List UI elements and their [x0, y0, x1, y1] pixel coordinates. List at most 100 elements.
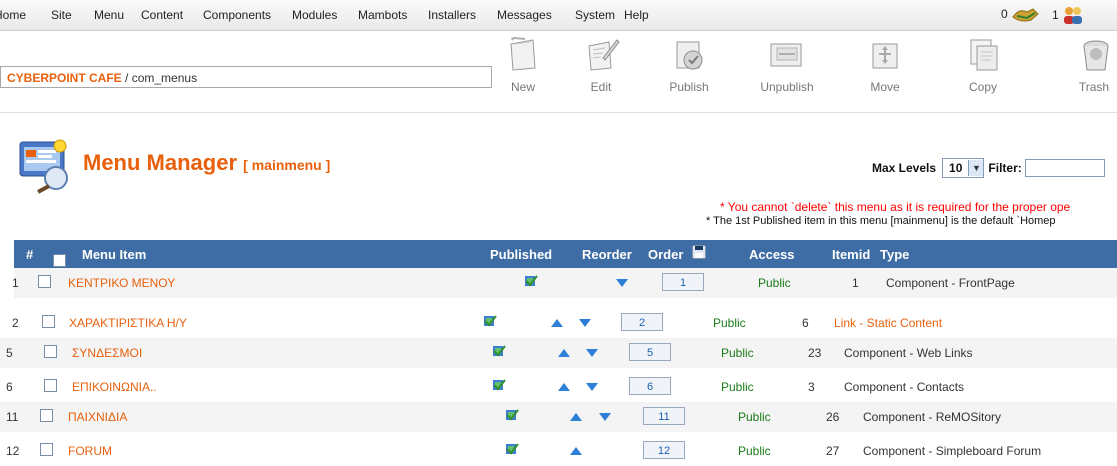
- col-reorder: Reorder: [582, 247, 632, 262]
- menu-item-link[interactable]: ΕΠΙΚΟΙΝΩΝΙΑ..: [72, 380, 157, 394]
- row-checkbox[interactable]: [42, 315, 55, 331]
- access-link[interactable]: Public: [738, 444, 771, 458]
- row-checkbox[interactable]: [38, 275, 51, 291]
- move-up-icon[interactable]: [557, 381, 571, 395]
- menu-installers[interactable]: Installers: [428, 8, 476, 22]
- table-row: 2 ΧΑΡΑΚΤΙΡΙΣΤΙΚΑ Η/Υ 2 Public 6 Link - S…: [0, 308, 1117, 338]
- move-down-icon[interactable]: [585, 381, 599, 395]
- top-menu-bar: Home Site Menu Content Components Module…: [0, 0, 1117, 31]
- row-checkbox[interactable]: [40, 443, 53, 459]
- messages-status[interactable]: 0: [1001, 5, 1041, 23]
- order-input[interactable]: 11: [643, 407, 685, 425]
- move-button[interactable]: Move: [850, 36, 920, 106]
- itemid: 27: [826, 444, 840, 458]
- type-text: Component - Contacts: [844, 380, 965, 394]
- edit-button[interactable]: Edit: [566, 36, 636, 106]
- breadcrumb-separator: /: [121, 71, 132, 85]
- menu-content[interactable]: Content: [141, 8, 183, 22]
- menu-menu[interactable]: Menu: [94, 8, 124, 22]
- move-label: Move: [870, 80, 900, 94]
- access-link[interactable]: Public: [738, 410, 771, 424]
- row-num: 2: [12, 316, 19, 330]
- itemid: 6: [802, 316, 809, 330]
- order-input[interactable]: 6: [629, 377, 671, 395]
- move-down-icon[interactable]: [578, 317, 592, 331]
- menu-item-link[interactable]: ΣΥΝΔΕΣΜΟΙ: [72, 346, 142, 360]
- menu-system[interactable]: System: [575, 8, 615, 22]
- unpublish-icon: [770, 43, 802, 67]
- row-num: 1: [12, 276, 19, 290]
- order-input[interactable]: 2: [621, 313, 663, 331]
- order-input[interactable]: 12: [643, 441, 685, 459]
- access-link[interactable]: Public: [721, 346, 754, 360]
- new-label: New: [510, 80, 535, 94]
- col-order: Order: [648, 247, 684, 262]
- publish-button[interactable]: Publish: [654, 36, 724, 106]
- table-row: 1 ΚΕΝΤΡΙΚΟ ΜΕΝΟΥ 1 Public 1 Component - …: [12, 268, 1117, 298]
- menu-item-link[interactable]: ΚΕΝΤΡΙΚΟ ΜΕΝΟΥ: [68, 276, 175, 290]
- filter-input[interactable]: [1024, 159, 1105, 177]
- row-checkbox[interactable]: [44, 345, 57, 361]
- access-link[interactable]: Public: [758, 276, 791, 290]
- menu-home[interactable]: Home: [0, 8, 26, 22]
- move-down-icon[interactable]: [598, 411, 612, 425]
- new-button[interactable]: New: [488, 36, 558, 106]
- col-access: Access: [749, 247, 795, 262]
- page-title: Menu Manager [ mainmenu ]: [83, 150, 330, 176]
- row-checkbox[interactable]: [44, 379, 57, 395]
- page-subtitle: [ mainmenu ]: [243, 157, 331, 173]
- publish-label: Publish: [669, 80, 709, 94]
- copy-icon: [970, 39, 998, 71]
- delete-warning: * You cannot `delete` this menu as it is…: [720, 200, 1071, 214]
- order-input[interactable]: 1: [662, 273, 704, 291]
- menu-help[interactable]: Help: [624, 8, 649, 22]
- published-icon[interactable]: [492, 344, 506, 361]
- trash-button[interactable]: Trash: [1064, 36, 1117, 106]
- published-icon[interactable]: [505, 442, 519, 459]
- itemid: 26: [826, 410, 840, 424]
- save-order-icon[interactable]: [691, 244, 707, 262]
- chevron-down-icon[interactable]: ▼: [968, 160, 984, 176]
- menu-modules[interactable]: Modules: [292, 8, 337, 22]
- move-up-icon[interactable]: [569, 411, 583, 425]
- toolbar-divider: [0, 112, 1117, 113]
- col-num: #: [26, 247, 34, 262]
- type-link[interactable]: Link - Static Content: [834, 316, 942, 330]
- row-num: 11: [6, 410, 19, 424]
- access-link[interactable]: Public: [721, 380, 754, 394]
- menu-components[interactable]: Components: [203, 8, 271, 22]
- move-icon: [872, 43, 898, 69]
- move-down-icon[interactable]: [585, 347, 599, 361]
- published-icon[interactable]: [505, 408, 519, 425]
- menu-messages[interactable]: Messages: [497, 8, 552, 22]
- page-title-text: Menu Manager: [83, 150, 238, 175]
- edit-label: Edit: [590, 80, 612, 94]
- order-input[interactable]: 5: [629, 343, 671, 361]
- move-up-icon[interactable]: [550, 317, 564, 331]
- itemid: 3: [808, 380, 815, 394]
- max-levels-value: 10: [949, 161, 963, 175]
- access-link[interactable]: Public: [713, 316, 746, 330]
- col-itemid: Itemid: [832, 247, 871, 262]
- menu-item-link[interactable]: ΧΑΡΑΚΤΙΡΙΣΤΙΚΑ Η/Υ: [69, 316, 187, 330]
- breadcrumb-site[interactable]: CYBERPOINT CAFE: [7, 71, 122, 85]
- menu-site[interactable]: Site: [51, 8, 72, 22]
- copy-button[interactable]: Copy: [948, 36, 1018, 106]
- menu-mambots[interactable]: Mambots: [358, 8, 407, 22]
- type-text: Component - FrontPage: [886, 276, 1015, 290]
- row-checkbox[interactable]: [40, 409, 53, 425]
- published-icon[interactable]: [492, 378, 506, 395]
- unpublish-label: Unpublish: [760, 80, 814, 94]
- move-up-icon[interactable]: [569, 445, 583, 459]
- filter-bar: Max Levels 10 ▼ Filter:: [872, 158, 1105, 178]
- menu-item-link[interactable]: FORUM: [68, 444, 112, 458]
- users-status[interactable]: 1: [1052, 5, 1084, 25]
- move-up-icon[interactable]: [557, 347, 571, 361]
- breadcrumb: CYBERPOINT CAFE / com_menus: [0, 66, 492, 88]
- unpublish-button[interactable]: Unpublish: [752, 36, 822, 106]
- max-levels-select[interactable]: 10 ▼: [942, 158, 985, 178]
- published-icon[interactable]: [524, 274, 538, 291]
- menu-item-link[interactable]: ΠΑΙΧΝΙΔΙΑ: [68, 410, 127, 424]
- published-icon[interactable]: [483, 314, 497, 331]
- move-down-icon[interactable]: [615, 277, 629, 291]
